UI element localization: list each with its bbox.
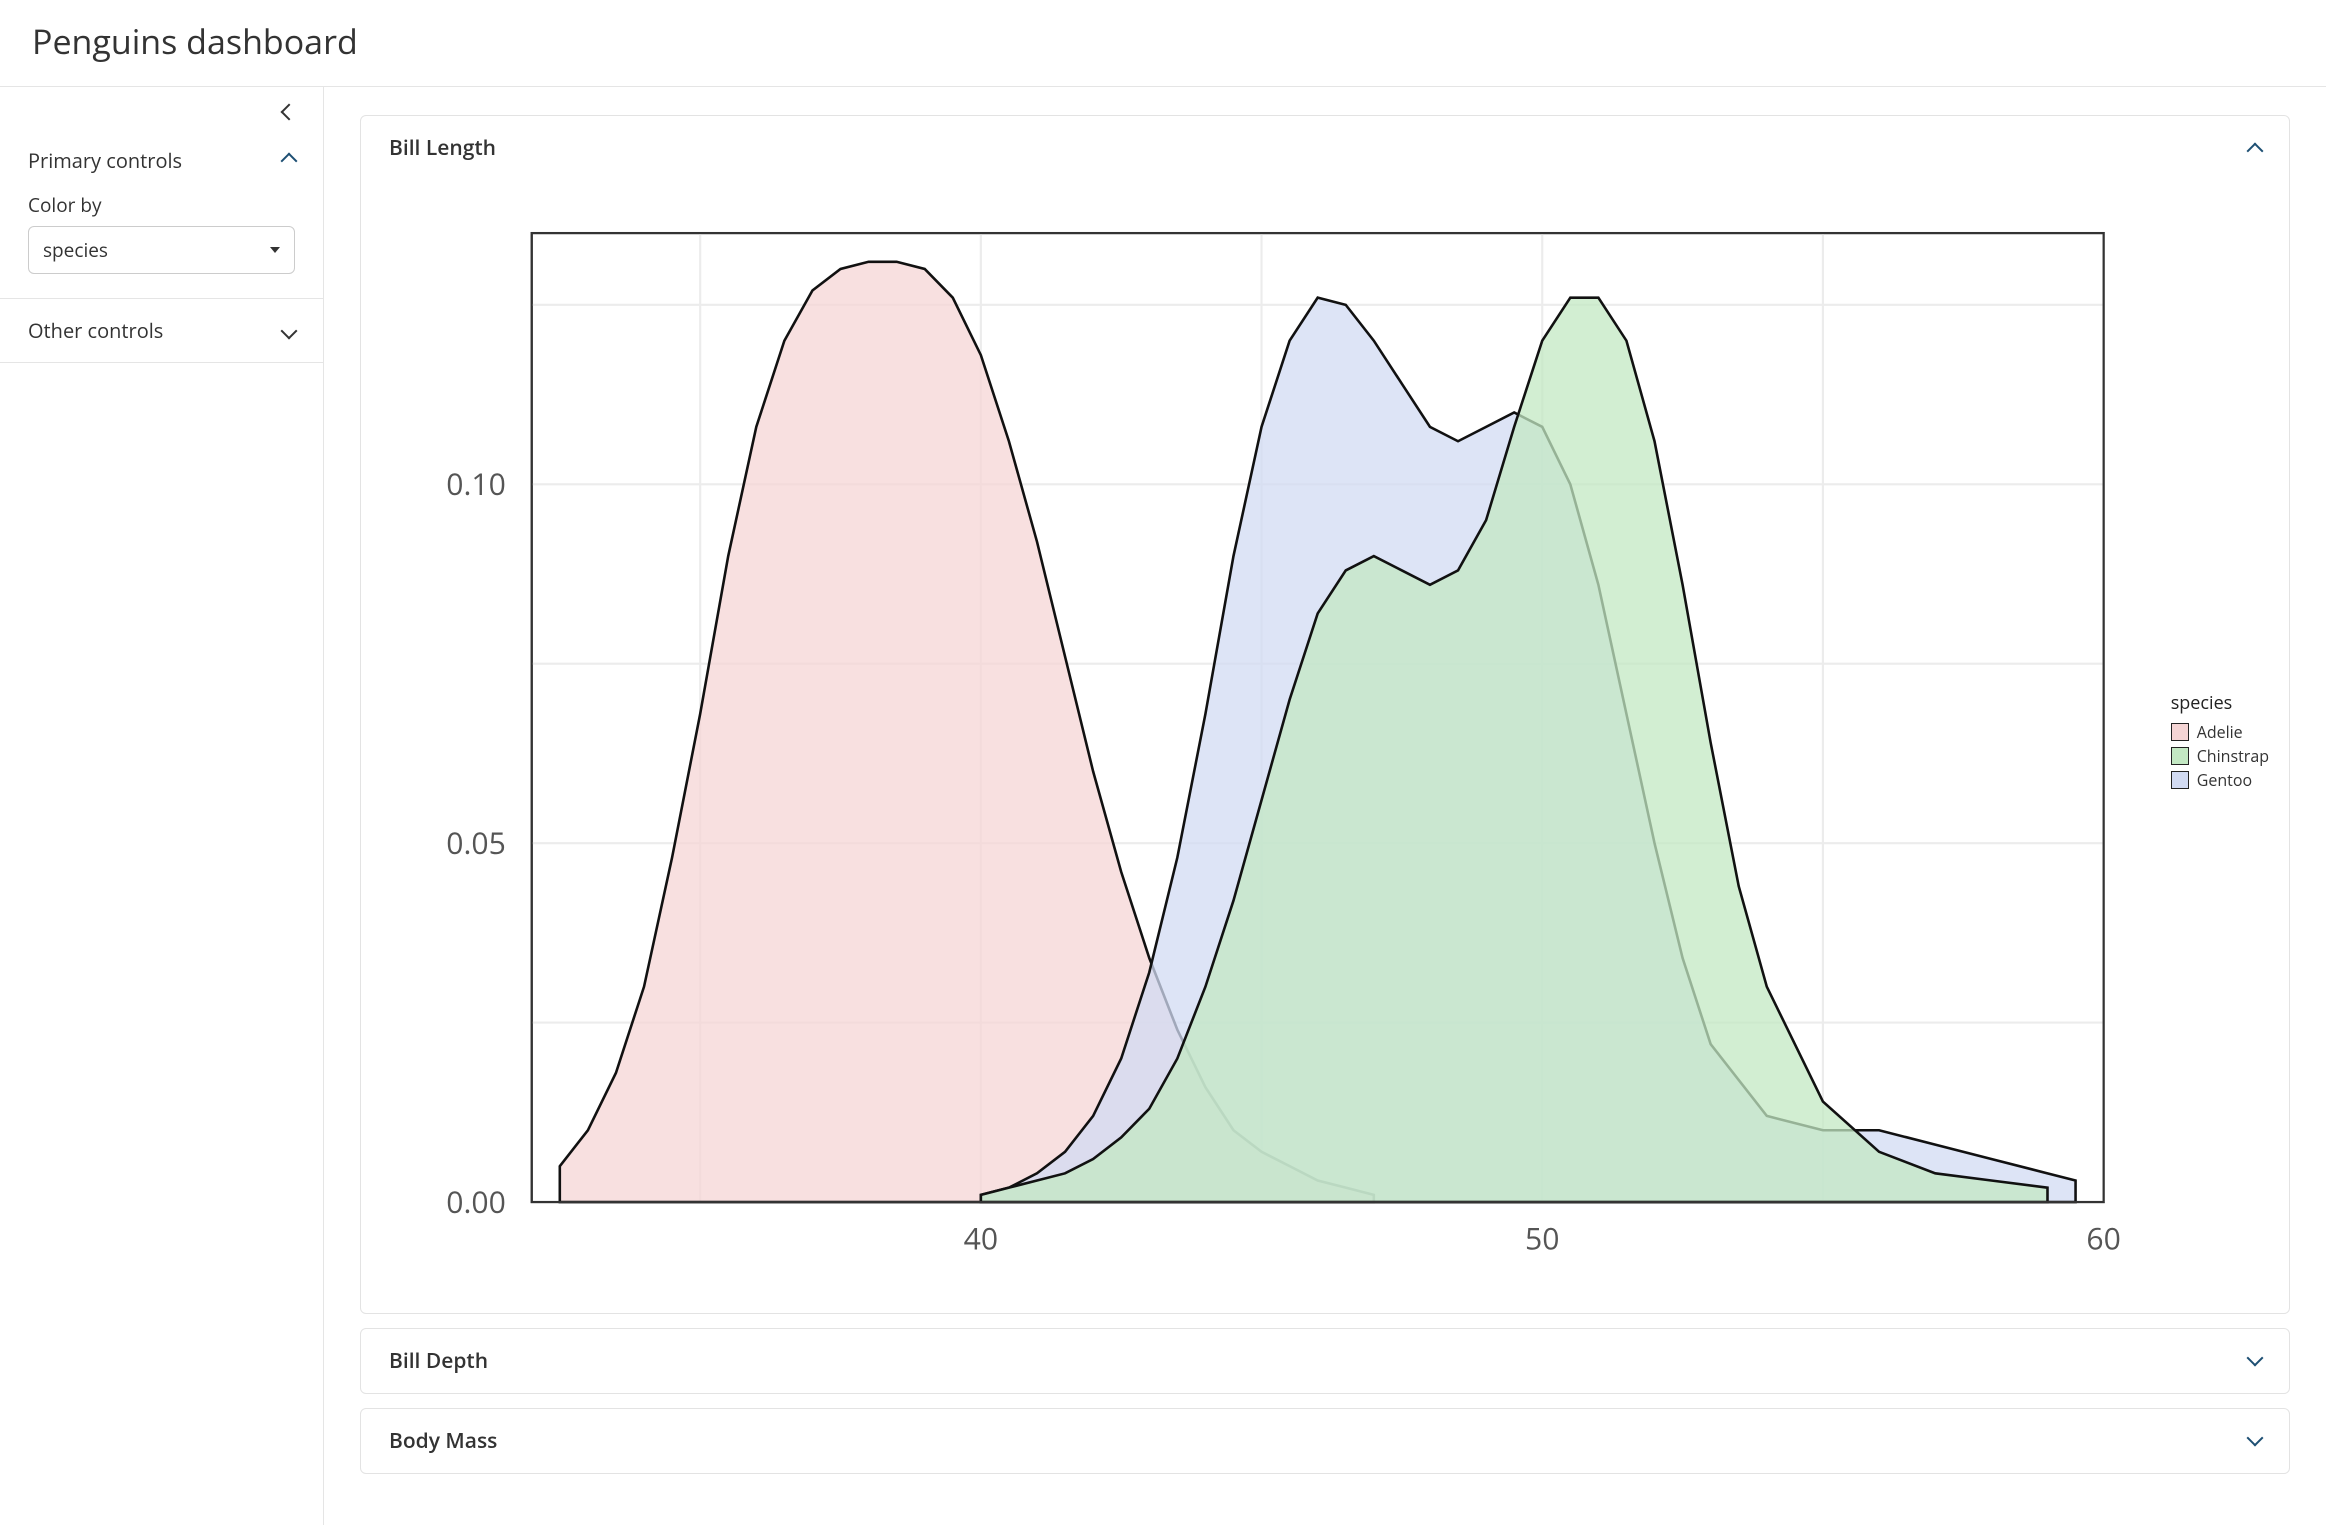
color-by-label: Color by bbox=[28, 192, 295, 218]
legend-swatch bbox=[2171, 723, 2189, 741]
legend-title: species bbox=[2171, 691, 2269, 715]
legend-item-adelie: Adelie bbox=[2171, 721, 2269, 743]
card-header-bill-depth[interactable]: Bill Depth bbox=[361, 1329, 2289, 1393]
legend-label: Chinstrap bbox=[2197, 745, 2269, 767]
sidebar: Primary controls Color by species Other … bbox=[0, 87, 324, 1525]
legend-item-chinstrap: Chinstrap bbox=[2171, 745, 2269, 767]
sidebar-section-body: Color by species bbox=[0, 192, 323, 298]
density-plot: 40 50 60 0.00 0.05 0.10 bbox=[381, 190, 2147, 1293]
sidebar-section-header-primary-controls[interactable]: Primary controls bbox=[0, 129, 323, 192]
page-title: Penguins dashboard bbox=[32, 18, 2294, 64]
sidebar-collapse-button[interactable] bbox=[0, 87, 323, 129]
legend-swatch bbox=[2171, 747, 2189, 765]
color-by-select[interactable]: species bbox=[28, 226, 295, 274]
chevron-up-icon bbox=[2247, 143, 2264, 160]
card-header-body-mass[interactable]: Body Mass bbox=[361, 1409, 2289, 1473]
sidebar-section-title: Other controls bbox=[28, 317, 163, 344]
plot-legend: species Adelie Chinstrap Gentoo bbox=[2147, 691, 2269, 793]
svg-text:40: 40 bbox=[964, 1217, 998, 1258]
card-bill-depth: Bill Depth bbox=[360, 1328, 2290, 1394]
sidebar-section-header-other-controls[interactable]: Other controls bbox=[0, 299, 323, 362]
card-body-mass: Body Mass bbox=[360, 1408, 2290, 1474]
chevron-down-icon bbox=[2247, 1350, 2264, 1367]
svg-text:50: 50 bbox=[1525, 1217, 1559, 1258]
sidebar-section-other-controls: Other controls bbox=[0, 299, 323, 363]
card-title: Body Mass bbox=[389, 1427, 497, 1455]
legend-label: Gentoo bbox=[2197, 769, 2252, 791]
chevron-left-icon bbox=[281, 104, 298, 121]
chevron-down-icon bbox=[2247, 1430, 2264, 1447]
legend-swatch bbox=[2171, 771, 2189, 789]
card-header-bill-length[interactable]: Bill Length bbox=[361, 116, 2289, 180]
svg-text:0.10: 0.10 bbox=[446, 463, 506, 504]
sidebar-section-title: Primary controls bbox=[28, 147, 182, 174]
chevron-down-icon bbox=[281, 322, 298, 339]
legend-item-gentoo: Gentoo bbox=[2171, 769, 2269, 791]
chevron-up-icon bbox=[281, 152, 298, 169]
main-content: Bill Length 40 50 60 0.00 0.05 0.10 species A… bbox=[324, 87, 2326, 1525]
card-title: Bill Length bbox=[389, 134, 496, 162]
color-by-value: species bbox=[43, 237, 108, 263]
svg-text:0.00: 0.00 bbox=[446, 1181, 506, 1222]
card-title: Bill Depth bbox=[389, 1347, 488, 1375]
svg-text:60: 60 bbox=[2086, 1217, 2120, 1258]
card-body-bill-length: 40 50 60 0.00 0.05 0.10 species Adelie Chinst… bbox=[361, 180, 2289, 1313]
svg-text:0.05: 0.05 bbox=[446, 822, 506, 863]
sidebar-section-primary-controls: Primary controls Color by species bbox=[0, 129, 323, 299]
legend-label: Adelie bbox=[2197, 721, 2243, 743]
caret-down-icon bbox=[270, 247, 280, 253]
card-bill-length: Bill Length 40 50 60 0.00 0.05 0.10 species A… bbox=[360, 115, 2290, 1314]
app-header: Penguins dashboard bbox=[0, 0, 2326, 87]
